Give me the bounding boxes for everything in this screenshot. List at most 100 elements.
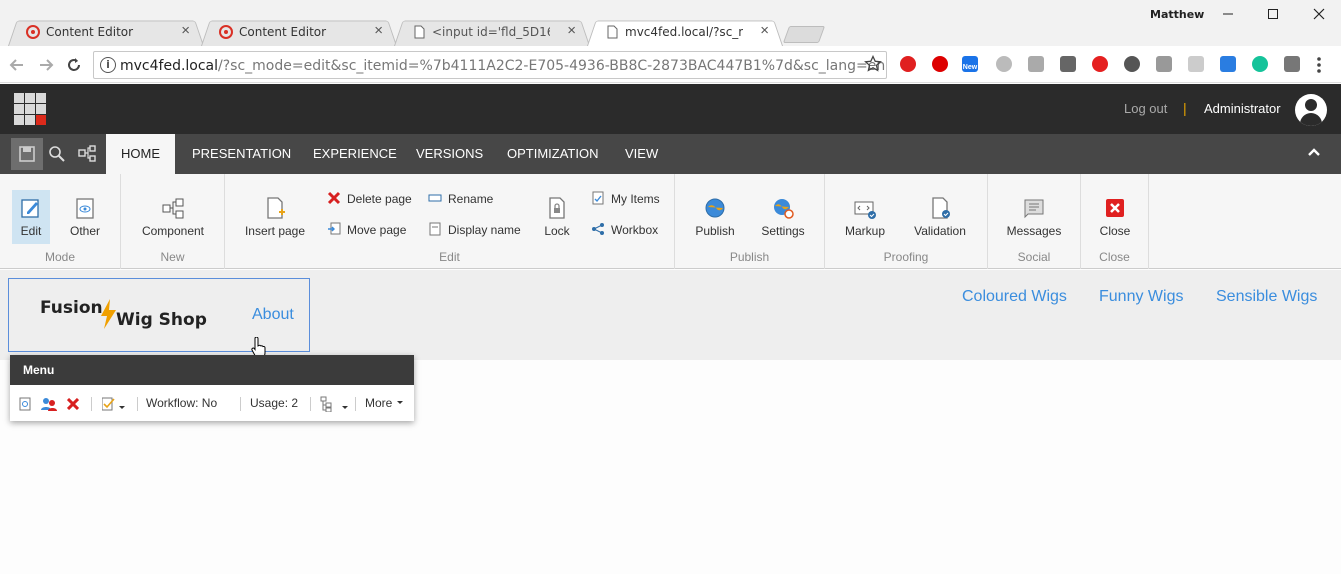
remove-icon[interactable] — [67, 398, 79, 410]
close-window-icon[interactable] — [1304, 4, 1334, 24]
avatar[interactable] — [1295, 94, 1327, 126]
nav-link-coloured-wigs[interactable]: Coloured Wigs — [962, 288, 1067, 306]
publish-settings-label: Settings — [761, 224, 805, 238]
tab-home[interactable]: HOME — [106, 134, 175, 174]
grammarly-icon[interactable] — [1252, 56, 1268, 72]
tab-presentation[interactable]: PRESENTATION — [177, 134, 306, 174]
extension-icon[interactable] — [1188, 56, 1204, 72]
test-component-icon[interactable] — [102, 397, 126, 411]
extension-icon[interactable] — [1028, 56, 1044, 72]
publish-settings-button[interactable]: Settings — [753, 190, 813, 238]
more-dropdown[interactable]: More — [365, 396, 404, 410]
other-mode-button[interactable]: Other — [58, 190, 112, 238]
tab-view[interactable]: VIEW — [610, 134, 673, 174]
new-tab-button[interactable] — [782, 26, 826, 43]
browser-tab[interactable]: <input id='fld_5D16B629 × — [394, 18, 590, 46]
apps-icon[interactable] — [1284, 56, 1300, 72]
divider — [240, 397, 241, 411]
info-icon[interactable]: i — [100, 57, 116, 73]
tab-versions[interactable]: VERSIONS — [401, 134, 498, 174]
url-host: mvc4fed.local — [120, 58, 219, 74]
reload-icon[interactable] — [65, 56, 83, 74]
tab-optimization[interactable]: OPTIMIZATION — [492, 134, 613, 174]
rename-button[interactable]: Rename — [428, 191, 493, 206]
extension-icon[interactable] — [1156, 56, 1172, 72]
minimize-icon[interactable] — [1213, 4, 1243, 24]
extension-icon[interactable] — [1092, 56, 1108, 72]
edit-icon — [21, 199, 39, 218]
lock-button[interactable]: Lock — [533, 190, 581, 238]
user-name[interactable]: Administrator — [1204, 101, 1281, 116]
extension-icon[interactable] — [1220, 56, 1236, 72]
divider — [310, 397, 311, 411]
nav-link-about[interactable]: About — [252, 306, 294, 324]
tab-experience[interactable]: EXPERIENCE — [298, 134, 412, 174]
lock-label: Lock — [544, 224, 570, 238]
collapse-ribbon-icon[interactable] — [1306, 144, 1322, 160]
ribbon-group-proofing: Markup Validation Proofing — [825, 174, 988, 269]
extension-icon[interactable] — [932, 56, 948, 72]
add-component-button[interactable]: Component — [135, 190, 211, 238]
rendering-chrome-toolbar: Menu Workflow: No Usage: 2 More — [10, 355, 414, 421]
extension-icon[interactable] — [900, 56, 916, 72]
browser-menu-icon[interactable] — [1316, 56, 1322, 74]
publish-label: Publish — [695, 224, 735, 238]
more-label: More — [365, 396, 393, 410]
group-label-new: New — [160, 250, 185, 264]
extension-icon[interactable] — [1124, 56, 1140, 72]
component-label: Component — [141, 224, 205, 238]
browser-tab[interactable]: Content Editor × — [8, 18, 204, 46]
back-icon[interactable] — [8, 56, 26, 74]
save-button[interactable] — [11, 138, 43, 170]
close-icon[interactable]: × — [374, 22, 383, 39]
edit-datasource-icon[interactable] — [18, 397, 32, 411]
display-name-button[interactable]: Display name — [428, 222, 521, 237]
ribbon-group-publish: Publish Settings Publish — [675, 174, 825, 269]
extension-icon[interactable] — [1060, 56, 1076, 72]
forward-icon[interactable] — [37, 56, 55, 74]
maximize-icon[interactable] — [1258, 4, 1288, 24]
search-button[interactable] — [41, 138, 73, 170]
close-icon[interactable]: × — [181, 22, 190, 39]
extension-icon[interactable] — [996, 56, 1012, 72]
usage-count[interactable]: Usage: 2 — [250, 396, 298, 410]
personalize-icon[interactable] — [41, 397, 57, 411]
url-path: /?sc_mode=edit&sc_itemid=%7b4111A2C2-E70… — [218, 58, 886, 74]
chrome-title: Menu — [10, 355, 414, 385]
ribbon: Edit Other Mode Component New Insert pag… — [0, 174, 1341, 269]
tab-title: Content Editor — [46, 25, 134, 39]
close-editor-button[interactable]: Close — [1085, 190, 1145, 238]
browser-tab-active[interactable]: mvc4fed.local/?sc_mode × — [587, 18, 783, 46]
launchpad-grid-icon[interactable] — [14, 93, 47, 126]
publish-button[interactable]: Publish — [685, 190, 745, 238]
navigation-tree-button[interactable] — [71, 138, 103, 170]
sitecore-icon — [26, 25, 40, 39]
markup-icon — [854, 201, 876, 219]
move-page-button[interactable]: Move page — [327, 222, 406, 237]
insert-page-icon — [267, 197, 285, 219]
validation-button[interactable]: Validation — [905, 190, 975, 238]
close-icon — [1106, 199, 1124, 217]
nav-link-funny-wigs[interactable]: Funny Wigs — [1099, 288, 1183, 306]
messages-button[interactable]: Messages — [1002, 190, 1066, 238]
close-icon[interactable]: × — [567, 22, 576, 39]
address-bar[interactable]: i mvc4fed.local/?sc_mode=edit&sc_itemid=… — [93, 51, 887, 79]
workbox-button[interactable]: Workbox — [591, 222, 658, 237]
bookmark-star-icon[interactable] — [864, 55, 882, 73]
nav-link-sensible-wigs[interactable]: Sensible Wigs — [1216, 288, 1317, 306]
edit-mode-button[interactable]: Edit — [12, 190, 50, 244]
window-user-label: Matthew — [1150, 8, 1205, 21]
insert-page-button[interactable]: Insert page — [239, 190, 311, 238]
delete-page-button[interactable]: Delete page — [327, 191, 412, 206]
close-icon[interactable]: × — [760, 22, 769, 39]
my-items-button[interactable]: My Items — [591, 191, 660, 206]
chevron-down-icon — [396, 401, 403, 404]
sitecore-header: Log out | Administrator — [0, 84, 1341, 134]
extension-new-icon[interactable]: New — [962, 56, 978, 72]
logout-link[interactable]: Log out — [1124, 101, 1167, 116]
markup-button[interactable]: Markup — [835, 190, 895, 238]
sitecore-icon — [219, 25, 233, 39]
browser-tab[interactable]: Content Editor × — [201, 18, 397, 46]
validation-icon — [932, 197, 950, 219]
parent-tree-icon[interactable] — [320, 396, 350, 412]
